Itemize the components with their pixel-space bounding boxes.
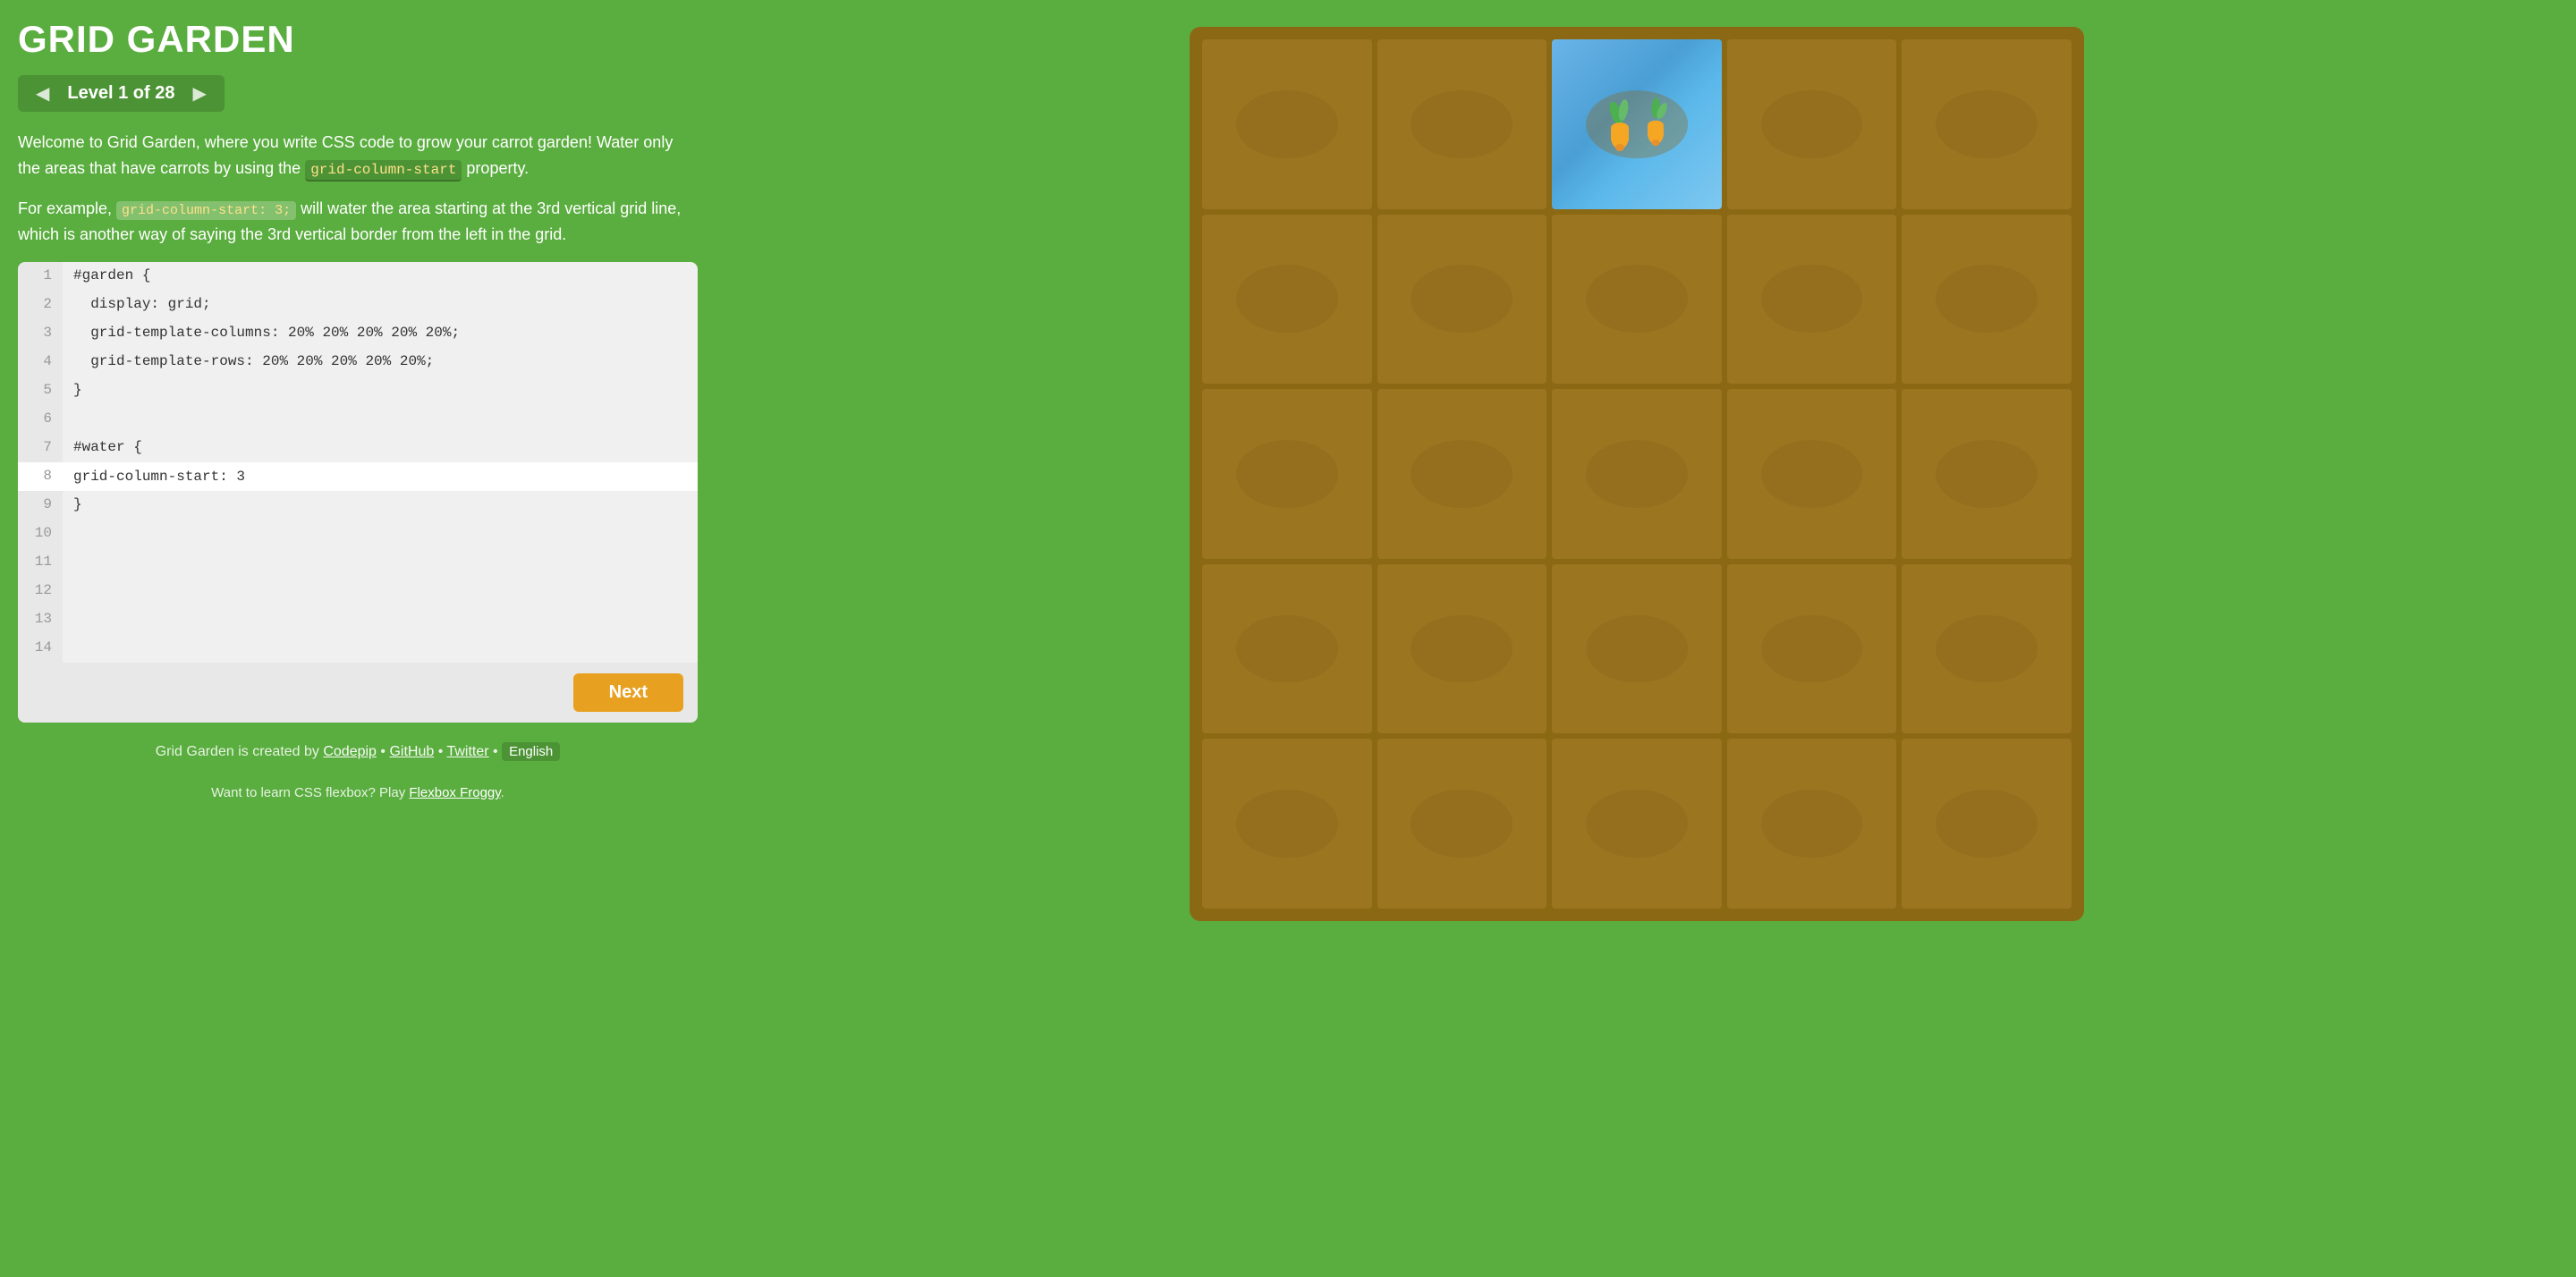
garden-cell-r4c3 [1552,564,1722,734]
code-line-3: 3 grid-template-columns: 20% 20% 20% 20%… [18,319,698,348]
line-content-13 [63,605,698,634]
line-content-6 [63,405,698,434]
garden-cell-r3c5 [1902,389,2072,559]
next-level-button[interactable]: ▶ [185,80,213,106]
line-number-13: 13 [18,605,63,634]
garden-cell-r4c5 [1902,564,2072,734]
garden-cell-r5c1 [1202,739,1372,909]
code-line-4: 4 grid-template-rows: 20% 20% 20% 20% 20… [18,348,698,376]
garden-cell-r1c4 [1727,39,1897,209]
garden-cell-r2c3 [1552,215,1722,385]
code-line-2: 2 display: grid; [18,291,698,319]
garden-cell-r4c2 [1377,564,1547,734]
carrot-2 [1641,97,1670,151]
code-line-9: 9} [18,491,698,520]
garden-cell-r5c2 [1377,739,1547,909]
garden-cell-r4c4 [1727,564,1897,734]
level-label: Level 1 of 28 [67,83,174,104]
description-1: Welcome to Grid Garden, where you write … [18,130,698,182]
code-input-line-8[interactable] [63,462,698,491]
line-content-1: #garden { [63,262,698,291]
twitter-link[interactable]: Twitter [446,744,488,759]
garden-grid [1202,39,2072,909]
code-line-12: 12 [18,577,698,605]
line-number-4: 4 [18,348,63,376]
garden-cell-r5c4 [1727,739,1897,909]
code-line-6: 6 [18,405,698,434]
code-line-13: 13 [18,605,698,634]
level-nav: ◀ Level 1 of 28 ▶ [18,75,225,112]
line-content-9: } [63,491,698,520]
garden-cell-r3c2 [1377,389,1547,559]
garden-cell-r2c2 [1377,215,1547,385]
code-editor: 1#garden {2 display: grid;3 grid-templat… [18,262,698,723]
garden-cell-r2c1 [1202,215,1372,385]
description-2: For example, grid-column-start: 3; will … [18,196,698,248]
garden-cell-r1c2 [1377,39,1547,209]
next-button-row: Next [18,663,698,723]
garden-cell-r1c1 [1202,39,1372,209]
footer: Grid Garden is created by Codepip • GitH… [18,737,698,767]
code-line-11: 11 [18,548,698,577]
garden-container [1190,27,2084,921]
line-content-14 [63,634,698,663]
carrots-container [1604,97,1670,151]
line-number-7: 7 [18,434,63,462]
line-content-2: display: grid; [63,291,698,319]
garden-cell-r5c3 [1552,739,1722,909]
line-content-5: } [63,376,698,405]
garden-cell-r1c3 [1552,39,1722,209]
line-number-2: 2 [18,291,63,319]
line-number-12: 12 [18,577,63,605]
lang-badge[interactable]: English [502,742,560,761]
line-content-3: grid-template-columns: 20% 20% 20% 20% 2… [63,319,698,348]
code-area: 1#garden {2 display: grid;3 grid-templat… [18,262,698,663]
code-line-14: 14 [18,634,698,663]
inline-code-2: grid-column-start: 3; [116,201,296,220]
line-content-4: grid-template-rows: 20% 20% 20% 20% 20%; [63,348,698,376]
footer2: Want to learn CSS flexbox? Play Flexbox … [18,785,698,800]
carrot-1 [1604,97,1636,151]
line-number-10: 10 [18,520,63,548]
garden-cell-r2c4 [1727,215,1897,385]
garden-cell-r3c1 [1202,389,1372,559]
prev-level-button[interactable]: ◀ [29,80,56,106]
garden-cell-r2c5 [1902,215,2072,385]
garden-cell-r1c5 [1902,39,2072,209]
app-title: GRID GARDEN [18,18,698,61]
line-number-6: 6 [18,405,63,434]
garden-cell-r5c5 [1902,739,2072,909]
flexbox-froggy-link[interactable]: Flexbox Froggy [409,785,500,800]
line-number-5: 5 [18,376,63,405]
code-line-1: 1#garden { [18,262,698,291]
code-line-8[interactable]: 8 [18,462,698,491]
line-number-9: 9 [18,491,63,520]
garden-cell-r3c4 [1727,389,1897,559]
github-link[interactable]: GitHub [389,744,434,759]
line-number-14: 14 [18,634,63,663]
codepip-link[interactable]: Codepip [323,744,377,759]
line-content-11 [63,548,698,577]
right-panel [716,18,2558,1259]
next-button[interactable]: Next [573,673,683,712]
line-content-10 [63,520,698,548]
line-number-3: 3 [18,319,63,348]
line-content-7: #water { [63,434,698,462]
garden-cell-r4c1 [1202,564,1372,734]
line-number-11: 11 [18,548,63,577]
code-line-10: 10 [18,520,698,548]
line-content-12 [63,577,698,605]
inline-code-1: grid-column-start [305,160,462,182]
line-number-8: 8 [18,462,63,491]
code-line-5: 5} [18,376,698,405]
code-line-7: 7#water { [18,434,698,462]
line-number-1: 1 [18,262,63,291]
garden-cell-r3c3 [1552,389,1722,559]
